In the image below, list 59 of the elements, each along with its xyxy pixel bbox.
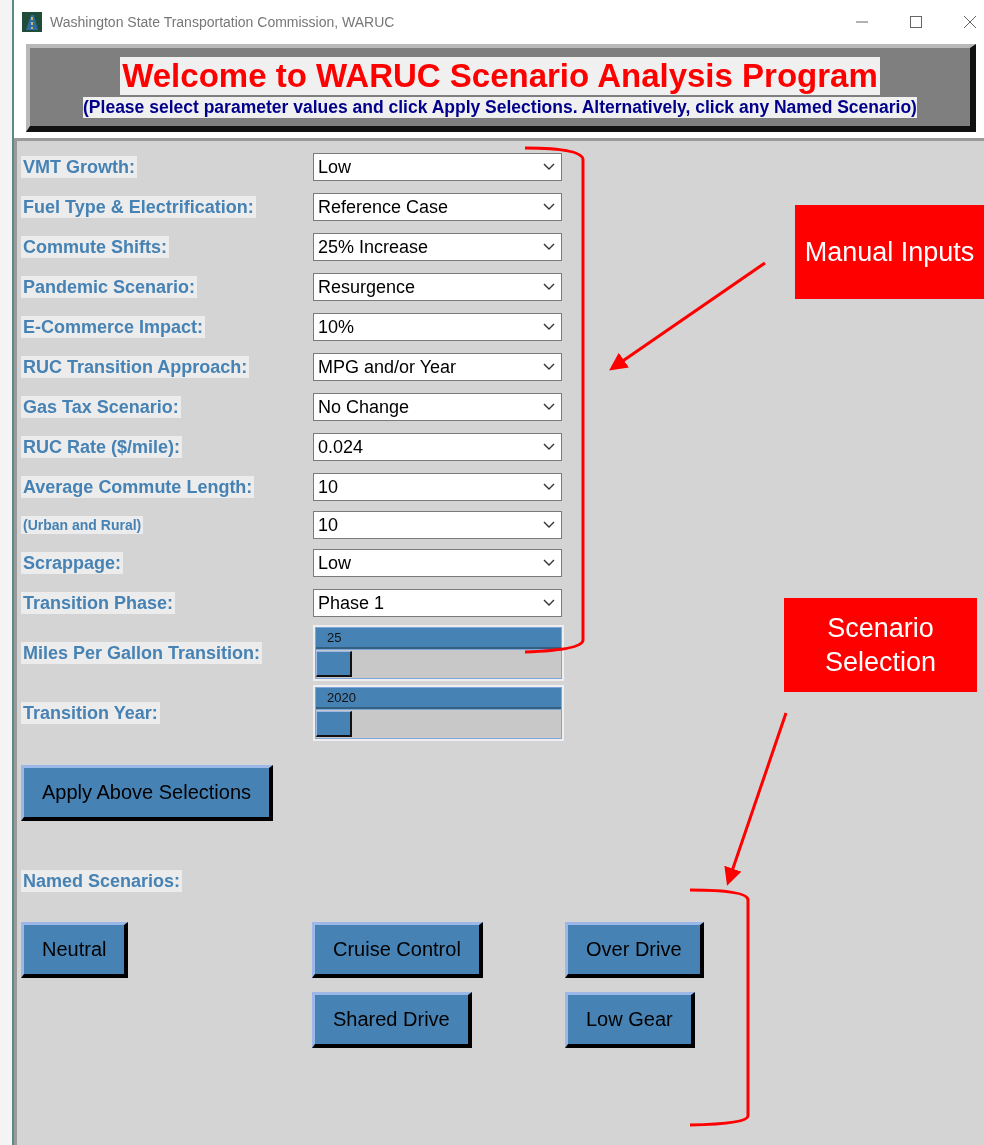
dropdown-caret-icon: [543, 521, 555, 529]
field-label: Commute Shifts:: [21, 235, 169, 258]
field-label: Transition Phase:: [21, 591, 176, 614]
slider[interactable]: 25: [313, 625, 564, 681]
scenario-button[interactable]: Low Gear: [565, 992, 695, 1048]
dropdown-caret-icon: [543, 243, 555, 251]
dropdown[interactable]: Reference Case: [313, 193, 562, 221]
field-label: Transition Year:: [21, 701, 160, 724]
dropdown[interactable]: 25% Increase: [313, 233, 562, 261]
dropdown-caret-icon: [543, 599, 555, 607]
dropdown[interactable]: Phase 1: [313, 589, 562, 617]
field-label: VMT Growth:: [21, 155, 137, 178]
field-label: (Urban and Rural): [21, 516, 144, 534]
dropdown-caret-icon: [543, 283, 555, 291]
dropdown-caret-icon: [543, 403, 555, 411]
slider-thumb[interactable]: [316, 711, 352, 737]
field-label: Fuel Type & Electrification:: [21, 195, 256, 218]
field-label: Average Commute Length:: [21, 475, 255, 498]
dropdown[interactable]: Low: [313, 549, 562, 577]
scenario-button[interactable]: Neutral: [21, 922, 129, 978]
section-label: Named Scenarios:: [21, 870, 183, 892]
dropdown-caret-icon: [543, 559, 555, 567]
scenario-button[interactable]: Cruise Control: [312, 922, 483, 978]
field-label: E-Commerce Impact:: [21, 315, 206, 338]
scenario-button[interactable]: Over Drive: [565, 922, 704, 978]
dropdown-caret-icon: [543, 323, 555, 331]
dropdown-caret-icon: [543, 443, 555, 451]
dropdown-caret-icon: [543, 483, 555, 491]
maximize-icon[interactable]: [908, 14, 924, 30]
banner-title: Welcome to WARUC Scenario Analysis Program: [120, 56, 880, 95]
dropdown[interactable]: MPG and/or Year: [313, 353, 562, 381]
close-icon[interactable]: [962, 14, 978, 30]
dropdown[interactable]: 10%: [313, 313, 562, 341]
field-label: Pandemic Scenario:: [21, 275, 198, 298]
scenario-button[interactable]: Shared Drive: [312, 992, 472, 1048]
dropdown-caret-icon: [543, 203, 555, 211]
dropdown[interactable]: Resurgence: [313, 273, 562, 301]
slider[interactable]: 2020: [313, 685, 564, 741]
dropdown[interactable]: 10: [313, 473, 562, 501]
slider-value: 25: [327, 629, 342, 645]
dropdown[interactable]: No Change: [313, 393, 562, 421]
callout-label: Manual Inputs: [795, 205, 984, 299]
window-title: Washington State Transportation Commission, WARUC: [50, 14, 396, 30]
dropdown[interactable]: 10: [313, 511, 562, 539]
banner-subtitle: (Please select parameter values and click Apply Selections. Alternatively, click any Named Scenario): [83, 96, 917, 118]
field-label: Gas Tax Scenario:: [21, 395, 181, 418]
apply-button[interactable]: Apply Above Selections: [21, 765, 274, 821]
dropdown-caret-icon: [543, 363, 555, 371]
field-label: Miles Per Gallon Transition:: [21, 641, 263, 664]
field-label: RUC Rate ($/mile):: [21, 435, 183, 458]
slider-thumb[interactable]: [316, 651, 352, 677]
field-label: RUC Transition Approach:: [21, 355, 250, 378]
dropdown-caret-icon: [543, 163, 555, 171]
dropdown[interactable]: Low: [313, 153, 562, 181]
callout-label: Scenario Selection: [784, 598, 977, 692]
dropdown[interactable]: 0.024: [313, 433, 562, 461]
slider-value: 2020: [327, 689, 356, 705]
field-label: Scrappage:: [21, 551, 124, 574]
app-logo-icon: [22, 12, 42, 32]
